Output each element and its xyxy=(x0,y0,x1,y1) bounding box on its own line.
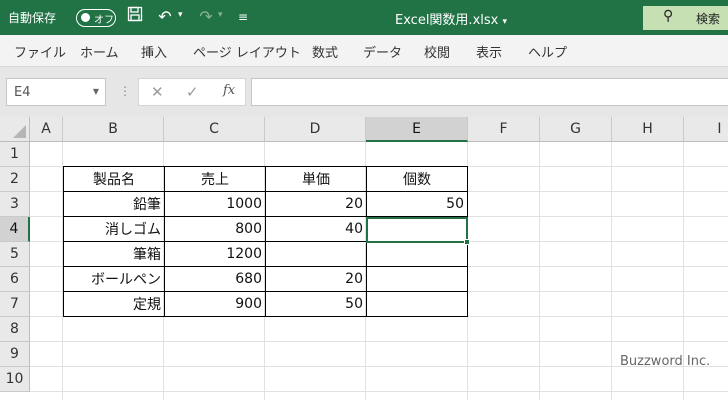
cancel-icon[interactable]: ✕ xyxy=(151,83,164,101)
search-label: 検索 xyxy=(696,12,721,26)
select-all-icon xyxy=(13,125,26,138)
tab-home[interactable]: ホーム xyxy=(80,42,119,61)
select-all-button[interactable] xyxy=(0,117,30,142)
table-header-row: 製品名 売上 単価 個数 xyxy=(63,166,468,192)
file-title-text: Excel関数用.xlsx xyxy=(395,13,499,28)
cell[interactable] xyxy=(366,291,468,317)
cell[interactable]: 680 xyxy=(164,266,266,292)
header-cell[interactable]: 個数 xyxy=(366,166,468,192)
autosave-toggle[interactable]: オフ xyxy=(76,9,116,27)
row-header-1[interactable]: 1 xyxy=(0,142,30,167)
row-header-8[interactable]: 8 xyxy=(0,317,30,342)
row-header-2[interactable]: 2 xyxy=(0,167,30,192)
cell[interactable]: 消しゴム xyxy=(63,216,165,242)
undo-icon[interactable]: ↶ xyxy=(154,6,176,28)
row-header-5[interactable]: 5 xyxy=(0,242,30,267)
chevron-down-icon: ▾ xyxy=(502,17,508,27)
column-header-g[interactable]: G xyxy=(540,117,612,142)
cell[interactable]: 20 xyxy=(265,266,367,292)
table-row: 定規 900 50 xyxy=(63,291,468,317)
column-header-e[interactable]: E xyxy=(366,117,468,142)
tab-help[interactable]: ヘルプ xyxy=(528,42,567,61)
formula-buttons: ✕ ✓ fx xyxy=(138,78,246,106)
more-options-icon[interactable]: ⋮ xyxy=(119,84,131,98)
column-header-f[interactable]: F xyxy=(468,117,540,142)
worksheet-grid[interactable]: A B C D E F G H I 1 2 3 4 5 6 7 8 9 10 製… xyxy=(0,117,728,400)
cell[interactable] xyxy=(366,241,468,267)
redo-dropdown-icon[interactable]: ▾ xyxy=(218,10,223,20)
toggle-label: オフ xyxy=(94,15,114,26)
row-header-4[interactable]: 4 xyxy=(0,217,30,242)
cell[interactable]: 20 xyxy=(265,191,367,217)
cell[interactable]: 50 xyxy=(366,191,468,217)
name-box-value: E4 xyxy=(14,85,31,100)
undo-dropdown-icon[interactable]: ▾ xyxy=(178,10,183,20)
cell[interactable]: ボールペン xyxy=(63,266,165,292)
column-header-c[interactable]: C xyxy=(164,117,265,142)
customize-toolbar-icon[interactable]: ≡ xyxy=(232,6,254,28)
gridline xyxy=(611,142,612,400)
cell[interactable]: 50 xyxy=(265,291,367,317)
active-cell-selection[interactable] xyxy=(366,217,470,245)
fill-handle[interactable] xyxy=(464,239,470,245)
cell[interactable]: 鉛筆 xyxy=(63,191,165,217)
row-header-6[interactable]: 6 xyxy=(0,267,30,292)
chevron-down-icon[interactable]: ▼ xyxy=(93,87,99,96)
redo-icon[interactable]: ↷ xyxy=(195,6,217,28)
search-box[interactable]: ⚲ 検索 xyxy=(643,6,728,30)
cell[interactable]: 40 xyxy=(265,216,367,242)
column-header-d[interactable]: D xyxy=(265,117,366,142)
autosave-label: 自動保存 xyxy=(8,11,57,25)
row-header-3[interactable]: 3 xyxy=(0,192,30,217)
tab-review[interactable]: 校閲 xyxy=(424,42,450,61)
column-header-b[interactable]: B xyxy=(63,117,164,142)
gridline xyxy=(539,142,540,400)
row-header-10[interactable]: 10 xyxy=(0,367,30,392)
table-row: ボールペン 680 20 xyxy=(63,266,468,292)
column-header-i[interactable]: I xyxy=(684,117,728,142)
tab-formulas[interactable]: 数式 xyxy=(312,42,338,61)
row-header-7[interactable]: 7 xyxy=(0,292,30,317)
cell[interactable]: 900 xyxy=(164,291,266,317)
gridline xyxy=(30,341,728,342)
name-box[interactable]: E4 ▼ xyxy=(6,78,106,106)
watermark: Buzzword Inc. xyxy=(620,354,711,369)
column-header-h[interactable]: H xyxy=(612,117,684,142)
formula-input[interactable] xyxy=(251,78,728,106)
tab-insert[interactable]: 挿入 xyxy=(141,42,167,61)
title-bar: 自動保存 オフ ↶ ▾ ↷ ▾ ≡ Excel関数用.xlsx ▾ ⚲ 検索 xyxy=(0,0,728,35)
header-cell[interactable]: 売上 xyxy=(164,166,266,192)
column-header-a[interactable]: A xyxy=(30,117,63,142)
cell[interactable]: 1200 xyxy=(164,241,266,267)
cell[interactable]: 定規 xyxy=(63,291,165,317)
table-row: 筆箱 1200 xyxy=(63,241,468,267)
cell[interactable]: 1000 xyxy=(164,191,266,217)
cell[interactable]: 筆箱 xyxy=(63,241,165,267)
file-title[interactable]: Excel関数用.xlsx ▾ xyxy=(395,9,507,28)
header-cell[interactable]: 単価 xyxy=(265,166,367,192)
tab-data[interactable]: データ xyxy=(363,42,402,61)
insert-function-icon[interactable]: fx xyxy=(223,83,235,98)
confirm-icon[interactable]: ✓ xyxy=(186,83,199,101)
cell[interactable] xyxy=(366,266,468,292)
row-header-9[interactable]: 9 xyxy=(0,342,30,367)
save-icon[interactable] xyxy=(124,6,146,28)
formula-bar: E4 ▼ ⋮ ✕ ✓ fx xyxy=(0,67,728,117)
search-icon: ⚲ xyxy=(663,8,674,24)
cell[interactable] xyxy=(265,241,367,267)
tab-page-layout[interactable]: ページ レイアウト xyxy=(193,42,301,61)
toggle-knob xyxy=(81,13,90,22)
ribbon-tabs: ファイル ホーム 挿入 ページ レイアウト 数式 データ 校閲 表示 ヘルプ xyxy=(0,35,728,67)
tab-view[interactable]: 表示 xyxy=(476,42,502,61)
cell[interactable]: 800 xyxy=(164,216,266,242)
header-cell[interactable]: 製品名 xyxy=(63,166,165,192)
tab-file[interactable]: ファイル xyxy=(14,42,66,61)
table-row: 鉛筆 1000 20 50 xyxy=(63,191,468,217)
gridline xyxy=(30,391,728,392)
